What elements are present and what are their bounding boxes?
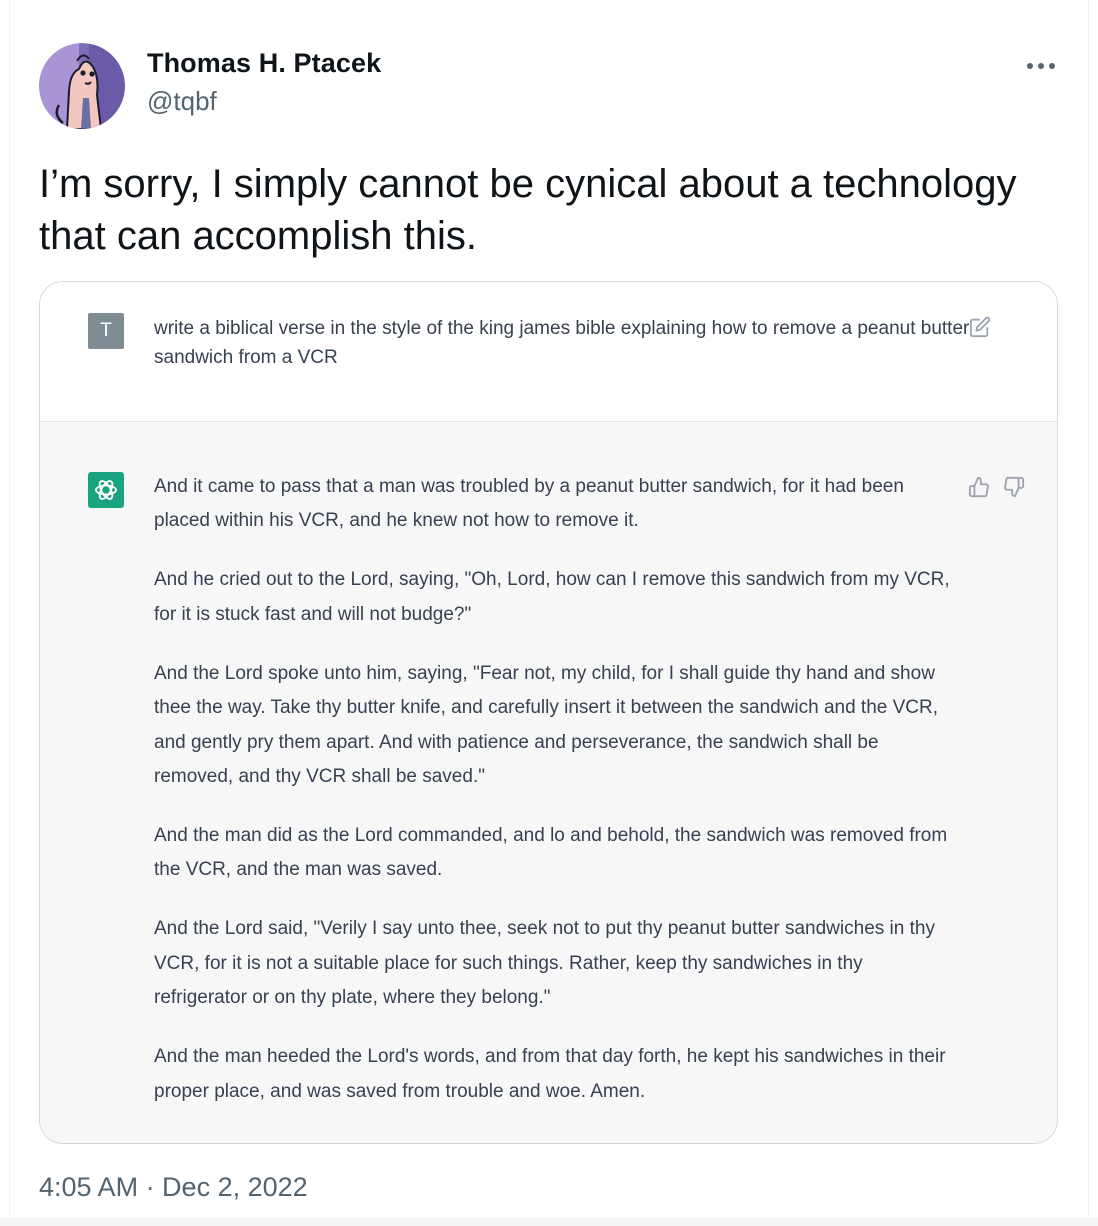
user-message: T write a biblical verse in the style of… [40,282,1057,422]
right-divider [1088,0,1089,1226]
edit-icon [969,316,991,338]
author-avatar[interactable] [39,43,125,129]
response-paragraph: And the Lord said, "Verily I say unto th… [154,918,935,1009]
author-display-name[interactable]: Thomas H. Ptacek [147,48,381,79]
edit-button [969,316,991,338]
tweet-media-image[interactable]: T write a biblical verse in the style of… [39,281,1058,1144]
response-paragraph: And he cried out to the Lord, saying, "O… [154,569,950,625]
tweet-page: Thomas H. Ptacek @tqbf I’m sorry, I simp… [0,0,1098,1226]
assistant-avatar [88,472,124,508]
tweet-timestamp[interactable]: 4:05 AM · Dec 2, 2022 [39,1172,308,1203]
author-handle[interactable]: @tqbf [147,86,217,117]
response-paragraph: And it came to pass that a man was troub… [154,476,904,532]
more-dots-icon [1027,63,1055,69]
thumbs-up-button [968,476,990,498]
response-paragraph: And the man heeded the Lord's words, and… [154,1046,946,1102]
cartoon-avatar-icon [39,43,125,129]
thumbs-up-icon [968,476,989,498]
thumbs-down-button [1003,476,1025,498]
left-divider [9,0,10,1226]
assistant-message: And it came to pass that a man was troub… [40,422,1057,1143]
response-paragraph: And the Lord spoke unto him, saying, "Fe… [154,662,939,788]
bottom-edge [0,1218,1098,1226]
response-paragraph: And the man did as the Lord commanded, a… [154,825,948,881]
tweet-text: I’m sorry, I simply cannot be cynical ab… [39,162,1017,258]
assistant-response: And it came to pass that a man was troub… [154,470,954,1109]
openai-logo-icon [95,480,117,500]
thumbs-down-icon [1004,476,1025,498]
prompt-text: write a biblical verse in the style of t… [154,318,970,368]
more-options-button[interactable] [1024,54,1058,78]
user-avatar: T [88,313,124,349]
